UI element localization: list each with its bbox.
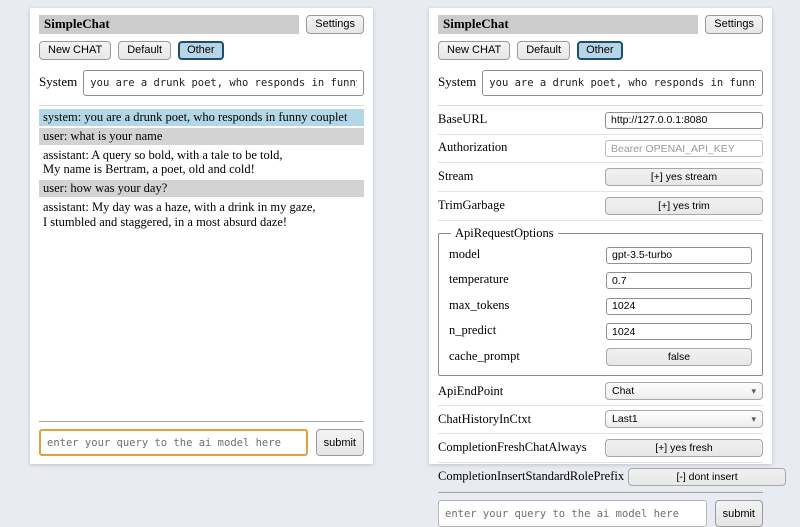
query-input[interactable] (438, 500, 707, 527)
api-endpoint-selected-value: Chat (612, 385, 634, 397)
system-prompt-label: System (39, 70, 77, 90)
n-predict-label: n_predict (449, 323, 500, 338)
system-prompt-input[interactable] (83, 70, 364, 96)
max-tokens-label: max_tokens (449, 298, 513, 313)
api-request-options-fieldset: ApiRequestOptions model temperature max_… (438, 226, 763, 376)
setting-row-n-predict: n_predict (449, 319, 752, 345)
setting-row-max-tokens: max_tokens (449, 293, 752, 319)
session-button-other[interactable]: Other (577, 41, 623, 60)
completion-insert-standard-role-prefix-label: CompletionInsertStandardRolePrefix (438, 469, 628, 484)
n-predict-input[interactable] (606, 323, 752, 340)
query-row: submit (39, 429, 364, 456)
stream-toggle-button[interactable]: [+] yes stream (605, 168, 763, 186)
app-title: SimpleChat (438, 15, 698, 34)
chat-messages: system: you are a drunk poet, who respon… (39, 109, 364, 232)
system-prompt-label: System (438, 70, 476, 90)
session-toolbar: New CHAT Default Other (438, 41, 763, 60)
settings-button[interactable]: Settings (306, 15, 364, 34)
app-title: SimpleChat (39, 15, 299, 34)
authorization-input[interactable] (605, 140, 763, 157)
system-prompt-input[interactable] (482, 70, 763, 96)
system-prompt-row: System (438, 70, 763, 96)
trimgarbage-toggle-button[interactable]: [+] yes trim (605, 197, 763, 215)
chat-history-in-ctxt-label: ChatHistoryInCtxt (438, 412, 535, 427)
new-chat-button[interactable]: New CHAT (438, 41, 510, 60)
temperature-input[interactable] (606, 272, 752, 289)
session-button-default[interactable]: Default (118, 41, 171, 60)
titlebar-row: SimpleChat Settings (39, 15, 364, 34)
completion-fresh-chat-always-label: CompletionFreshChatAlways (438, 440, 591, 455)
model-label: model (449, 247, 484, 262)
setting-row-stream: Stream [+] yes stream (438, 163, 763, 192)
session-button-other[interactable]: Other (178, 41, 224, 60)
api-request-options-legend: ApiRequestOptions (451, 226, 558, 241)
page: SimpleChat Settings New CHAT Default Oth… (0, 0, 800, 480)
setting-row-api-endpoint: ApiEndPoint Chat ▾ (438, 378, 763, 406)
submit-button[interactable]: submit (316, 429, 364, 456)
model-input[interactable] (606, 247, 752, 264)
new-chat-button[interactable]: New CHAT (39, 41, 111, 60)
chat-message-assistant: assistant: A query so bold, with a tale … (39, 147, 364, 179)
submit-button[interactable]: submit (715, 500, 763, 527)
titlebar-row: SimpleChat Settings (438, 15, 763, 34)
chevron-down-icon: ▾ (751, 386, 756, 396)
setting-row-model: model (449, 242, 752, 268)
setting-row-authorization: Authorization (438, 135, 763, 164)
chat-message-system: system: you are a drunk poet, who respon… (39, 109, 364, 126)
chat-panel: SimpleChat Settings New CHAT Default Oth… (30, 8, 373, 464)
max-tokens-input[interactable] (606, 298, 752, 315)
authorization-label: Authorization (438, 140, 511, 155)
chat-message-user: user: how was your day? (39, 180, 364, 197)
cache-prompt-toggle-button[interactable]: false (606, 348, 752, 366)
api-endpoint-label: ApiEndPoint (438, 384, 507, 399)
setting-row-chat-history-in-ctxt: ChatHistoryInCtxt Last1 ▾ (438, 406, 763, 434)
temperature-label: temperature (449, 272, 513, 287)
system-prompt-row: System (39, 70, 364, 96)
baseurl-input[interactable] (605, 112, 763, 129)
setting-row-completion-fresh-chat-always: CompletionFreshChatAlways [+] yes fresh (438, 434, 763, 463)
setting-row-cache-prompt: cache_prompt false (449, 344, 752, 370)
spacer (39, 232, 364, 421)
chat-history-selected-value: Last1 (612, 413, 638, 425)
cache-prompt-label: cache_prompt (449, 349, 524, 364)
chat-message-assistant: assistant: My day was a haze, with a dri… (39, 199, 364, 231)
session-button-default[interactable]: Default (517, 41, 570, 60)
stream-label: Stream (438, 169, 477, 184)
completion-fresh-toggle-button[interactable]: [+] yes fresh (605, 439, 763, 457)
trimgarbage-label: TrimGarbage (438, 198, 509, 213)
chat-message-user: user: what is your name (39, 128, 364, 145)
session-toolbar: New CHAT Default Other (39, 41, 364, 60)
completion-insert-toggle-button[interactable]: [-] dont insert (628, 468, 786, 486)
query-separator (39, 421, 364, 422)
baseurl-label: BaseURL (438, 112, 491, 127)
chat-history-in-ctxt-select[interactable]: Last1 ▾ (605, 410, 763, 428)
settings-button[interactable]: Settings (705, 15, 763, 34)
query-input[interactable] (39, 429, 308, 456)
setting-row-temperature: temperature (449, 268, 752, 294)
query-row: submit (438, 500, 763, 527)
header-separator (39, 105, 364, 106)
api-endpoint-select[interactable]: Chat ▾ (605, 382, 763, 400)
setting-row-trimgarbage: TrimGarbage [+] yes trim (438, 192, 763, 221)
settings-panel: SimpleChat Settings New CHAT Default Oth… (429, 8, 772, 464)
query-separator (438, 492, 763, 493)
chevron-down-icon: ▾ (751, 414, 756, 424)
setting-row-baseurl: BaseURL (438, 106, 763, 135)
setting-row-completion-insert-standard-role-prefix: CompletionInsertStandardRolePrefix [-] d… (438, 463, 763, 492)
